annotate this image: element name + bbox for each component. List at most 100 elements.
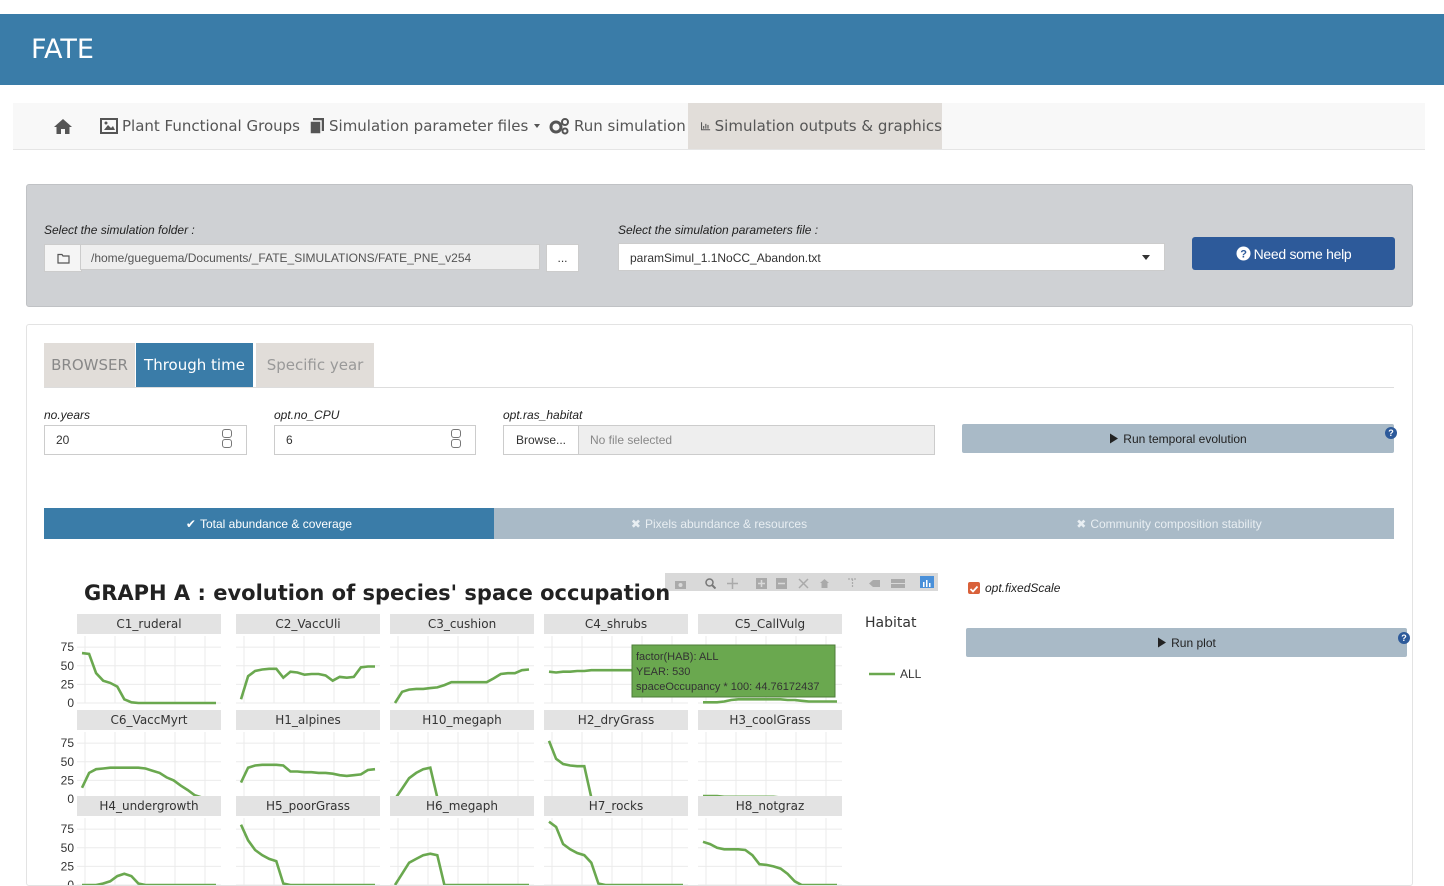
series-line[interactable] bbox=[81, 651, 216, 705]
no-years-spinner[interactable] bbox=[222, 429, 234, 451]
autoscale-icon[interactable] bbox=[798, 576, 809, 589]
main-navbar: Plant Functional Groups Simulation param… bbox=[13, 103, 1425, 150]
hover-closest-icon[interactable] bbox=[869, 576, 880, 587]
facet-strip-label: H4_undergrowth bbox=[99, 799, 198, 813]
facet-panel: C2_VaccUli bbox=[236, 614, 380, 704]
folder-path-field[interactable]: /home/gueguema/Documents/_FATE_SIMULATIO… bbox=[80, 244, 540, 270]
series-line[interactable] bbox=[239, 824, 375, 885]
nav-simulation-parameter-files[interactable]: Simulation parameter files bbox=[309, 103, 541, 149]
series-line[interactable] bbox=[393, 766, 529, 801]
plotly-logo-icon[interactable] bbox=[920, 576, 934, 588]
y-tick-label: 75 bbox=[61, 822, 75, 836]
legend-entry[interactable]: ALL bbox=[900, 667, 922, 681]
zoom-in-icon[interactable] bbox=[756, 576, 767, 589]
series-line[interactable] bbox=[548, 820, 683, 885]
facet-panel: H7_rocks bbox=[544, 796, 688, 885]
ras-habitat-label: opt.ras_habitat bbox=[503, 408, 583, 422]
facet-strip-label: C2_VaccUli bbox=[275, 617, 340, 631]
chevron-down-icon bbox=[534, 124, 541, 128]
y-tick-label: 0 bbox=[67, 696, 74, 710]
gears-icon bbox=[549, 118, 569, 135]
camera-icon[interactable] bbox=[675, 576, 686, 589]
y-tick-label: 25 bbox=[61, 859, 75, 873]
browse-habitat-button[interactable]: Browse... bbox=[503, 425, 579, 455]
pan-icon[interactable] bbox=[727, 576, 738, 589]
facet-panel: C4_shrubs bbox=[544, 614, 688, 704]
help-label: Need some help bbox=[1253, 245, 1352, 262]
series-line[interactable] bbox=[548, 668, 683, 674]
habitat-file-field[interactable]: No file selected bbox=[578, 425, 935, 455]
tooltip-line: factor(HAB): ALL bbox=[636, 651, 719, 663]
series-line[interactable] bbox=[80, 766, 216, 799]
tooltip-line: YEAR: 530 bbox=[636, 666, 690, 678]
series-line[interactable] bbox=[393, 668, 530, 704]
folder-icon bbox=[56, 253, 70, 264]
subtab-pixels-abundance[interactable]: ✖ Pixels abundance & resources bbox=[494, 508, 944, 539]
tab-specific-year[interactable]: Specific year bbox=[256, 343, 374, 387]
subtab-total-abundance[interactable]: ✔ Total abundance & coverage bbox=[44, 508, 494, 539]
series-line[interactable] bbox=[393, 852, 529, 885]
play-icon bbox=[1158, 637, 1167, 648]
run-plot-button[interactable]: Run plot bbox=[966, 628, 1407, 657]
series-line[interactable] bbox=[703, 697, 837, 704]
facet-panel: H4_undergrowth 75 50 25 0 bbox=[61, 796, 221, 885]
param-file-select[interactable]: paramSimul_1.1NoCC_Abandon.txt bbox=[618, 243, 1165, 271]
subtab-community-stability[interactable]: ✖ Community composition stability bbox=[944, 508, 1394, 539]
zoom-out-icon[interactable] bbox=[776, 576, 787, 589]
need-help-button[interactable]: ? Need some help bbox=[1192, 237, 1395, 270]
facet-panel: H8_notgraz bbox=[698, 796, 842, 885]
legend: Habitat ALL bbox=[865, 615, 922, 681]
question-icon[interactable]: ? bbox=[1385, 427, 1397, 439]
series-line[interactable] bbox=[702, 840, 837, 885]
series-line[interactable] bbox=[703, 794, 837, 799]
y-tick-label: 25 bbox=[61, 677, 75, 691]
no-years-input[interactable]: 20 bbox=[44, 425, 247, 455]
reset-axes-icon[interactable] bbox=[819, 576, 830, 588]
question-icon[interactable]: ? bbox=[1398, 632, 1410, 644]
run-temporal-label: Run temporal evolution bbox=[1123, 431, 1247, 446]
facet-panel: C6_VaccMyrt 75 50 25 0 bbox=[61, 710, 221, 806]
facet-strip-label: H6_megaph bbox=[426, 799, 498, 813]
tooltip-line: spaceOccupancy * 100: 44.76172437 bbox=[636, 681, 819, 693]
nav-home[interactable] bbox=[53, 103, 77, 149]
nav-run-simulation[interactable]: Run simulation bbox=[548, 103, 686, 149]
legend-title: Habitat bbox=[865, 615, 917, 631]
facet-strip-label: H10_megaph bbox=[422, 713, 502, 727]
facet-strip-label: C3_cushion bbox=[428, 617, 496, 631]
series-line[interactable] bbox=[82, 872, 216, 885]
fixed-scale-label: opt.fixedScale bbox=[985, 581, 1061, 595]
files-icon bbox=[309, 118, 324, 135]
play-icon bbox=[1110, 433, 1119, 444]
y-tick-label: 75 bbox=[61, 640, 75, 654]
series-line[interactable] bbox=[547, 740, 683, 801]
no-cpu-value: 6 bbox=[286, 433, 293, 447]
zoom-icon[interactable] bbox=[705, 576, 717, 590]
x-icon: ✖ bbox=[1076, 516, 1087, 531]
facet-panel: H2_dryGrass bbox=[544, 710, 688, 801]
no-cpu-input[interactable]: 6 bbox=[274, 425, 476, 455]
simulation-selection-panel: Select the simulation folder : /home/gue… bbox=[26, 184, 1413, 307]
facet-panel: C1_ruderal 75 50 25 0 bbox=[61, 614, 221, 710]
outputs-panel: BROWSER Through time Specific year no.ye… bbox=[26, 324, 1413, 886]
facet-strip-label: H2_dryGrass bbox=[578, 713, 654, 727]
nav-plant-functional-groups[interactable]: Plant Functional Groups bbox=[100, 103, 300, 149]
series-line[interactable] bbox=[239, 665, 375, 700]
tab-through-time[interactable]: Through time bbox=[136, 343, 253, 387]
plot-toolbar bbox=[665, 573, 938, 591]
run-temporal-evolution-button[interactable]: Run temporal evolution bbox=[962, 424, 1394, 453]
y-tick-label: 25 bbox=[61, 773, 75, 787]
facet-strip-label: H3_coolGrass bbox=[729, 713, 810, 727]
spike-lines-icon[interactable] bbox=[847, 576, 858, 588]
hover-compare-icon[interactable] bbox=[891, 576, 905, 588]
fixed-scale-checkbox[interactable] bbox=[968, 582, 980, 594]
tab-browser[interactable]: BROWSER bbox=[44, 343, 135, 387]
bar-chart-icon bbox=[701, 122, 711, 131]
browse-folder-button[interactable]: ... bbox=[546, 244, 579, 272]
subtab-label: Pixels abundance & resources bbox=[644, 516, 808, 531]
nav-simulation-outputs[interactable]: Simulation outputs & graphics bbox=[688, 103, 942, 149]
folder-button[interactable] bbox=[44, 244, 82, 272]
series-line[interactable] bbox=[239, 763, 376, 784]
no-cpu-spinner[interactable] bbox=[451, 429, 463, 451]
facet-strip-label: C1_ruderal bbox=[116, 617, 181, 631]
param-file-value: paramSimul_1.1NoCC_Abandon.txt bbox=[630, 251, 821, 265]
